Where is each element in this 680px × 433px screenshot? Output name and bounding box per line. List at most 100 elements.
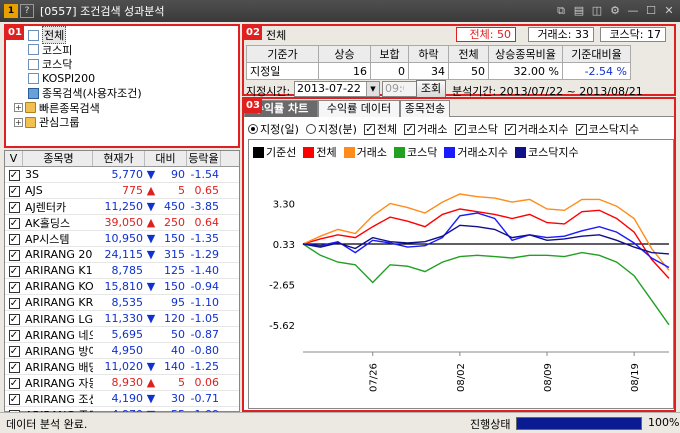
maximize-icon[interactable]: ☐ [644, 4, 658, 18]
table-row[interactable]: ✓ AK홀딩스 39,050 ▲ 250 0.64 [5, 215, 239, 231]
table-row[interactable]: ✓ AJ렌터카 11,250 ▼ 450 -3.85 [5, 199, 239, 215]
table-row[interactable]: ✓ AP시스템 10,950 ▼ 150 -1.35 [5, 231, 239, 247]
header-rate[interactable]: 등락율 [187, 151, 221, 166]
tree-item[interactable]: 코스닥 [14, 57, 142, 72]
row-checkbox[interactable]: ✓ [8, 202, 20, 213]
table-row[interactable]: ✓ ARIRANG 배당주 11,020▼ 140 -1.25 [5, 359, 239, 375]
radio-minute-dot[interactable] [305, 124, 316, 134]
query-button[interactable]: 조회 [416, 80, 446, 98]
row-checkbox-cell: ✓ [5, 168, 23, 181]
close-icon[interactable]: ✕ [662, 4, 676, 18]
table-row[interactable]: ✓ ARIRANG 방어주 4,950 40 -0.80 [5, 343, 239, 359]
print-icon[interactable]: ▤ [572, 4, 586, 18]
settings-icon[interactable]: ⚙ [608, 4, 622, 18]
row-checkbox[interactable]: ✓ [8, 346, 20, 357]
tab-send-stocks[interactable]: 종목전송 [400, 100, 450, 117]
header-check[interactable]: V [5, 151, 23, 166]
capture-icon[interactable]: ◫ [590, 4, 604, 18]
stock-diff: 90 [171, 168, 185, 181]
radio-minute[interactable]: 지정(분) [305, 121, 357, 137]
tree-item[interactable]: + 빠른종목검색 [14, 101, 142, 116]
table-row[interactable]: ✓ ARIRANG KOSPI 15,810▼ 150 -0.94 [5, 279, 239, 295]
row-checkbox-cell: ✓ [5, 392, 23, 405]
tree-item[interactable]: 전체 [14, 26, 142, 45]
stock-rate: -0.87 [190, 328, 219, 341]
series-check[interactable]: ✓ 거래소지수 [504, 121, 569, 137]
stock-rate: -0.94 [190, 280, 219, 293]
table-row[interactable]: ✓ 3S 5,770 ▼ 90 -1.54 [5, 167, 239, 183]
series-check[interactable]: ✓ 코스닥 [454, 121, 498, 137]
row-checkbox[interactable]: ✓ [8, 314, 20, 325]
tree-item[interactable]: KOSPI200 [14, 72, 142, 87]
stock-name: AK홀딩스 [25, 216, 71, 230]
row-checkbox[interactable]: ✓ [8, 362, 20, 373]
table-row[interactable]: ✓ ARIRANG 200 24,115 ▼ 315 -1.29 [5, 247, 239, 263]
stock-price: 11,250 [104, 200, 144, 213]
tree-item[interactable]: + 관심그룹 [14, 115, 142, 130]
chevron-down-icon[interactable]: ▼ [366, 82, 379, 96]
series-check-box[interactable]: ✓ [363, 123, 375, 135]
row-checkbox[interactable]: ✓ [8, 378, 20, 389]
doc-icon [28, 44, 39, 56]
radio-day[interactable]: 지정(일) [248, 121, 299, 137]
expand-icon[interactable]: + [14, 117, 23, 127]
table-row[interactable]: ✓ ARIRANG K100E 8,785 125 -1.40 [5, 263, 239, 279]
up-arrow-icon: ▲ [146, 376, 156, 389]
screen-title: 조건검색 성과분석 [80, 5, 165, 18]
header-diff[interactable]: 대비 [145, 151, 187, 166]
row-checkbox[interactable]: ✓ [8, 186, 20, 197]
table-row[interactable]: ✓ ARIRANG 네오밸 5,695 50 -0.87 [5, 327, 239, 343]
row-checkbox[interactable]: ✓ [8, 218, 20, 229]
series-check-box[interactable]: ✓ [575, 123, 587, 135]
row-checkbox[interactable]: ✓ [8, 234, 20, 245]
row-checkbox[interactable]: ✓ [8, 250, 20, 261]
row-checkbox[interactable]: ✓ [8, 266, 20, 277]
progress-fill [517, 418, 641, 429]
row-checkbox-cell: ✓ [5, 232, 23, 245]
radio-day-dot[interactable] [248, 124, 258, 134]
row-checkbox-cell: ✓ [5, 280, 23, 293]
table-row[interactable]: ✓ ARIRANG KRX10 8,535 95 -1.10 [5, 295, 239, 311]
chart-legend: 기준선 전체 거래소 코스닥 거래소지수 코스닥지수 [253, 144, 586, 160]
stock-rate: -0.80 [190, 344, 219, 357]
legend-swatch [514, 146, 526, 158]
minimize-icon[interactable]: — [626, 4, 640, 18]
tab-return-data[interactable]: 수익률 데이터 [318, 100, 400, 117]
row-checkbox[interactable]: ✓ [8, 394, 20, 405]
row-checkbox[interactable]: ✓ [8, 170, 20, 181]
table-row[interactable]: ✓ ARIRANG 조선조 4,190▼ 30 -0.71 [5, 391, 239, 407]
table-row[interactable]: ✓ ARIRANG 자동차 8,930▲ 5 0.06 [5, 375, 239, 391]
row-checkbox[interactable]: ✓ [8, 298, 20, 309]
tree-item[interactable]: 종목검색(사용자조건) [14, 86, 142, 101]
series-check[interactable]: ✓ 코스닥지수 [575, 121, 639, 137]
header-price[interactable]: 현재가 [93, 151, 145, 166]
help-icon[interactable]: ? [20, 4, 34, 18]
row-checkbox-cell: ✓ [5, 360, 23, 373]
table-row[interactable]: ✓ ARIRANG LG그룹 11,330▼ 120 -1.05 [5, 311, 239, 327]
series-check-box[interactable]: ✓ [454, 123, 466, 135]
row-checkbox[interactable]: ✓ [8, 330, 20, 341]
stock-diff: 30 [171, 392, 185, 405]
stock-price: 11,330 [104, 312, 144, 325]
series-line-2 [302, 193, 670, 271]
summary-header: 상승 [318, 45, 371, 63]
summary-header: 기준대비율 [562, 45, 631, 63]
status-bar: 데이터 분석 완료. 진행상태 100% [0, 412, 680, 433]
row-checkbox[interactable]: ✓ [8, 282, 20, 293]
condition-tree-panel: 01 전체 코스피 코스닥 KOSPI200 종목검색(사용자조건) + 빠른종목검색 + 관심… [4, 24, 240, 148]
expand-icon[interactable]: + [14, 103, 23, 113]
summary-table: 기준가 상승 보합 하락 전체 상승종목비율 기준대비율 지정일 16 0 34 50 32.00 %… [246, 45, 631, 80]
header-name[interactable]: 종목명 [23, 151, 93, 166]
date-picker[interactable]: 2013-07-22 ▼ [294, 81, 380, 97]
series-check-box[interactable]: ✓ [404, 123, 416, 135]
series-check[interactable]: ✓ 전체 [363, 121, 397, 137]
date-value: 2013-07-22 [297, 82, 361, 95]
stock-name: ARIRANG K100E [25, 264, 93, 277]
summary-cell: 32.00 % [488, 62, 563, 80]
table-row[interactable]: ✓ AJS 775 ▲ 5 0.65 [5, 183, 239, 199]
series-check[interactable]: ✓ 거래소 [404, 121, 448, 137]
tree-item[interactable]: 코스피 [14, 43, 142, 58]
legend-item: 전체 [303, 144, 337, 160]
series-check-box[interactable]: ✓ [504, 123, 516, 135]
link-icon[interactable]: ⧉ [554, 4, 568, 18]
